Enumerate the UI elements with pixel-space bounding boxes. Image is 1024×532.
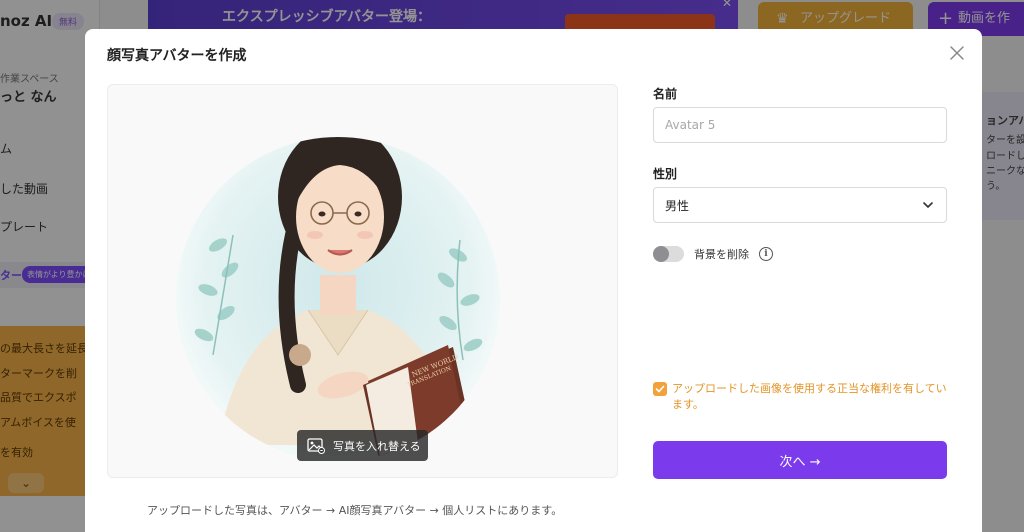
toggle-knob [653,246,669,262]
check-icon [655,385,665,393]
replace-photo-label: 写真を入れ替える [333,439,421,453]
image-swap-icon [307,437,325,454]
avatar-portrait-image: NEW WORLD TRANSLATION [176,137,500,461]
close-icon[interactable] [945,41,969,65]
dialog-title: 顔写真アバターを作成 [107,48,247,64]
name-input[interactable] [653,107,947,143]
chevron-down-icon [923,202,933,208]
rights-consent-row: アップロードした画像を使用する正当な権利を有しています。 [653,381,953,413]
rights-consent-checkbox[interactable] [653,382,667,396]
photo-preview-panel: NEW WORLD TRANSLATION 写真を入れ替える [107,84,618,478]
gender-select[interactable]: 男性 [653,187,947,223]
create-photo-avatar-dialog: 顔写真アバターを作成 NEW WORLD TRANSLATION 写真を入れ替え… [85,29,982,532]
name-label: 名前 [653,87,678,101]
gender-label: 性別 [653,167,678,181]
photo-location-note: アップロードした写真は、アバター → AI顔写真アバター → 個人リストにありま… [147,504,563,517]
next-button[interactable]: 次へ → [653,441,947,479]
remove-background-row: 背景を削除 i [653,244,773,264]
info-icon[interactable]: i [759,247,773,261]
replace-photo-button[interactable]: 写真を入れ替える [297,430,428,461]
gender-selected-value: 男性 [665,198,690,213]
next-button-label: 次へ → [779,454,821,470]
remove-background-toggle[interactable] [653,246,684,262]
rights-consent-text: アップロードした画像を使用する正当な権利を有しています。 [672,382,947,411]
remove-background-label: 背景を削除 [694,248,749,261]
